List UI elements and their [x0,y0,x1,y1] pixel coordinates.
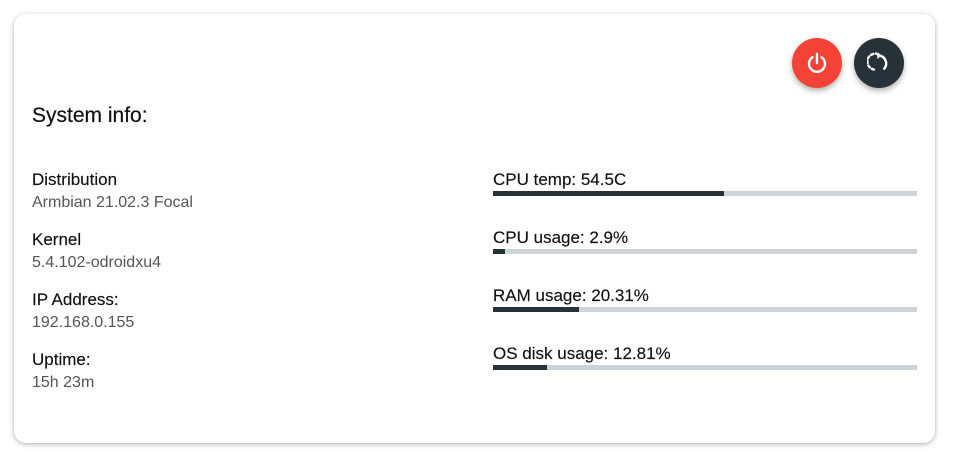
progress-track [493,191,917,196]
system-info-card: System info: Distribution Armbian 21.02.… [14,14,935,443]
progress-track [493,307,917,312]
stat-label: CPU usage: 2.9% [493,228,629,247]
progress-bar-os-disk-usage [493,365,548,370]
info-item-distribution: Distribution Armbian 21.02.3 Focal [32,169,452,229]
info-label: Distribution [32,170,118,189]
info-item-kernel: Kernel 5.4.102-odroidxu4 [32,229,452,289]
power-icon [807,52,827,74]
progress-bar-cpu-usage [493,249,506,254]
info-label: Uptime: [32,350,91,369]
stat-label: CPU temp: 54.5C [493,170,627,189]
stat-cpu-usage: CPU usage: 2.9% [493,227,917,285]
system-stats: CPU temp: 54.5C CPU usage: 2.9% RAM usag… [493,169,917,401]
stat-label: RAM usage: 20.31% [493,286,649,305]
page-title: System info: [32,104,148,127]
reboot-button[interactable] [854,38,904,88]
progress-track [493,249,917,254]
info-value: Armbian 21.02.3 Focal [32,194,193,211]
info-item-ip-address: IP Address: 192.168.0.155 [32,289,452,349]
info-item-uptime: Uptime: 15h 23m [32,349,452,409]
progress-track [493,365,917,370]
info-label: Kernel [32,230,82,249]
restart-icon [867,52,888,71]
info-value: 15h 23m [32,374,95,391]
stat-cpu-temp: CPU temp: 54.5C [493,169,917,227]
info-label: IP Address: [32,290,119,309]
system-info-list: Distribution Armbian 21.02.3 Focal Kerne… [32,169,452,409]
stat-label: OS disk usage: 12.81% [493,344,671,363]
info-value: 5.4.102-odroidxu4 [32,254,161,271]
stat-ram-usage: RAM usage: 20.31% [493,285,917,343]
progress-bar-ram-usage [493,307,580,312]
power-off-button[interactable] [792,38,842,88]
info-value: 192.168.0.155 [32,314,135,331]
progress-bar-cpu-temp [493,191,725,196]
stat-os-disk-usage: OS disk usage: 12.81% [493,343,917,401]
